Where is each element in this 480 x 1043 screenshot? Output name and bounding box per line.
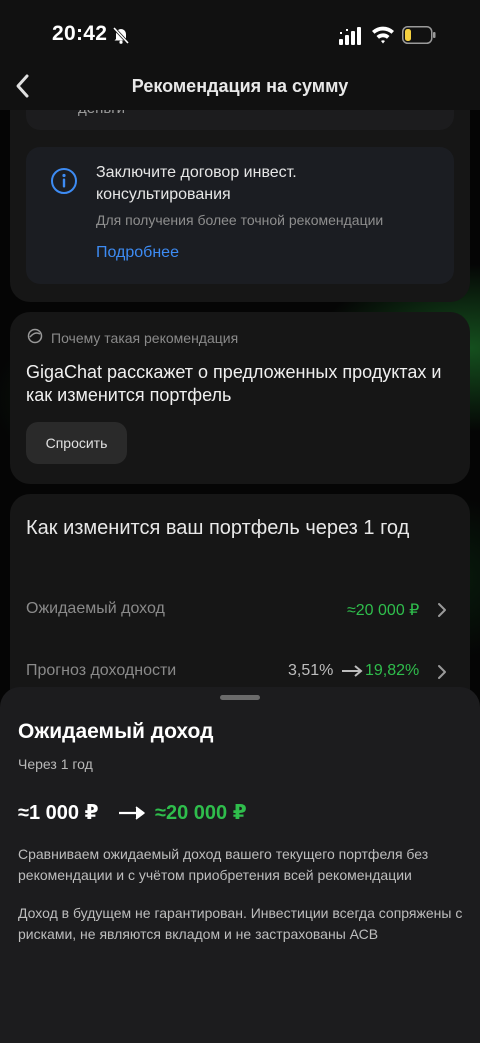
status-bar: 20:42 [0,0,480,64]
yield-forecast-label[interactable]: Прогноз доходности [26,662,176,680]
expected-income-label[interactable]: Ожидаемый доход [26,600,165,618]
battery-icon [402,26,436,44]
sheet-description: Сравниваем ожидаемый доход вашего текуще… [18,846,429,883]
info-title: Заключите договор инвест. консультирован… [96,164,297,203]
screen: 20:42 Рекомендация на сумму Заключите до… [0,0,480,1043]
sheet-title: Ожидаемый доход [18,720,214,743]
gigachat-title: GigaChat расскажет о предложенных продук… [26,362,442,405]
ask-button[interactable]: Спросить [26,422,127,464]
portfolio-title: Как изменится ваш портфель через 1 год [26,517,410,539]
yield-from-value: 3,51% [288,662,334,679]
signal-icon [339,27,361,45]
amount-current: ≈1 000 ₽ [18,802,99,824]
bottom-sheet: Ожидаемый доход Через 1 год ≈1 000 ₽ ≈20… [0,687,480,1043]
sheet-subtitle: Через 1 год [18,756,93,772]
status-time: 20:42 [52,22,108,45]
arrow-right-icon [119,806,145,820]
arrow-right-icon [342,665,363,677]
more-link[interactable]: Подробнее [96,244,179,262]
gigachat-label: Почему такая рекомендация [51,330,239,346]
yield-to-value: 19,82% [365,662,420,679]
wifi-icon [372,26,394,44]
chevron-right-icon[interactable] [436,602,448,618]
sheet-disclaimer: Доход в будущем не гарантирован. Инвести… [18,905,463,942]
gigachat-icon [27,328,43,344]
sheet-drag-handle[interactable] [220,695,260,700]
info-subtitle: Для получения более точной рекомендации [96,212,384,228]
info-icon [51,168,77,194]
nav-header: Рекомендация на сумму [0,64,480,110]
amount-with-recommendation: ≈20 000 ₽ [155,802,247,824]
expected-income-value: ≈20 000 ₽ [347,602,420,619]
bell-slash-icon [112,26,130,44]
chevron-right-icon[interactable] [436,664,448,680]
page-title: Рекомендация на сумму [131,76,349,96]
